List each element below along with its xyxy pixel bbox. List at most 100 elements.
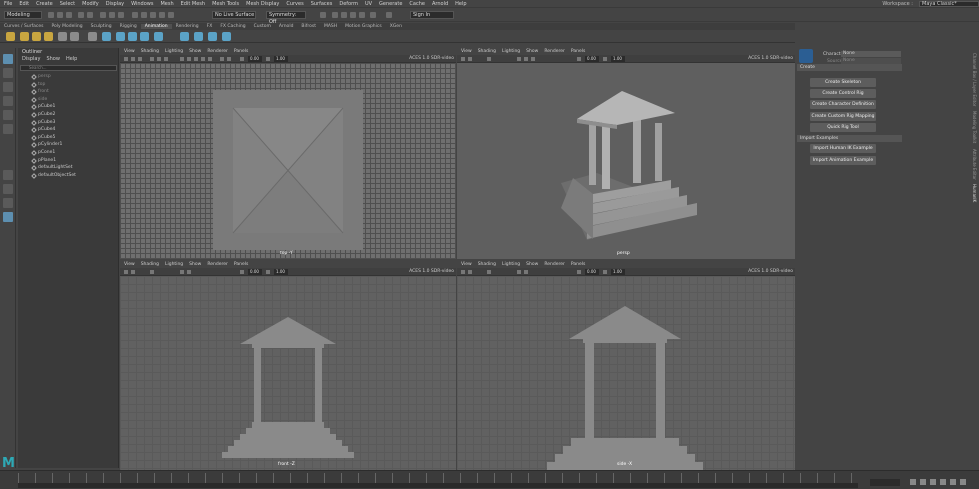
exposure-icon[interactable] [240, 57, 244, 61]
gamma-icon[interactable] [266, 57, 270, 61]
wireframe-icon[interactable] [180, 57, 184, 61]
smooth-shade-icon[interactable] [187, 57, 191, 61]
two-view-icon[interactable] [3, 198, 13, 208]
gamma-value[interactable]: 1.00 [611, 269, 625, 275]
ipr-render-icon[interactable] [341, 12, 347, 18]
outliner-item-pcone1[interactable]: pCone1 [18, 149, 119, 157]
outliner-item-side[interactable]: side [18, 96, 119, 104]
tab-rigging[interactable]: Rigging [116, 24, 141, 29]
paint-weights-icon[interactable] [154, 32, 163, 41]
hypershade-icon[interactable] [359, 12, 365, 18]
menu-deform[interactable]: Deform [339, 1, 358, 7]
menu-mesh[interactable]: Mesh [160, 1, 173, 7]
tab-bifrost[interactable]: Bifrost [297, 24, 320, 29]
live-surface-field[interactable]: No Live Surface [212, 11, 256, 19]
outliner-item-defaultlightset[interactable]: defaultLightSet [18, 164, 119, 172]
exposure-value[interactable]: 0.00 [585, 269, 599, 275]
menu-edit[interactable]: Edit [19, 1, 29, 7]
menu-surfaces[interactable]: Surfaces [311, 1, 333, 7]
redo-icon[interactable] [87, 12, 93, 18]
tab-fx[interactable]: FX [203, 24, 217, 29]
tab-custom[interactable]: Custom [250, 24, 275, 29]
import-examples-header[interactable]: Import Examples [797, 135, 902, 142]
camera-select-icon[interactable] [124, 57, 128, 61]
menu-display[interactable]: Display [106, 1, 124, 7]
exposure-icon[interactable] [240, 270, 244, 274]
camera-attr-icon[interactable] [131, 270, 135, 274]
viewport-front[interactable]: View Shading Lighting Show Renderer Pane… [120, 261, 456, 470]
select-object-icon[interactable] [109, 12, 115, 18]
outliner-item-front[interactable]: front [18, 88, 119, 96]
wireframe-icon[interactable] [517, 270, 521, 274]
outliner-item-pplane1[interactable]: pPlane1 [18, 157, 119, 165]
textured-icon[interactable] [531, 57, 535, 61]
paint-select-icon[interactable] [3, 82, 13, 92]
camera-select-icon[interactable] [461, 57, 465, 61]
tab-xgen[interactable]: XGen [386, 24, 406, 29]
step-back-icon[interactable] [920, 479, 926, 485]
isolate-icon[interactable] [227, 57, 231, 61]
grid-icon[interactable] [150, 57, 154, 61]
menu-mesh-display[interactable]: Mesh Display [246, 1, 279, 7]
rotate-tool-icon[interactable] [3, 110, 13, 120]
import-animation-example-button[interactable]: Import Animation Example [810, 156, 876, 165]
colorspace-label[interactable]: ACES 1.0 SDR-video [748, 269, 793, 274]
vp-menu-view[interactable]: View [124, 49, 135, 54]
smooth-shade-icon[interactable] [524, 270, 528, 274]
menu-arnold[interactable]: Arnold [432, 1, 448, 7]
gamma-value[interactable]: 1.00 [274, 269, 288, 275]
scale-tool-icon[interactable] [3, 124, 13, 134]
new-scene-icon[interactable] [48, 12, 54, 18]
smooth-shade-icon[interactable] [187, 270, 191, 274]
camera-attr-icon[interactable] [468, 57, 472, 61]
gamma-value[interactable]: 1.00 [274, 56, 288, 62]
outliner-item-defaultobjectset[interactable]: defaultObjectSet [18, 172, 119, 180]
set-key-rotate-icon[interactable] [32, 32, 41, 41]
time-ruler[interactable] [18, 473, 858, 483]
menu-help[interactable]: Help [455, 1, 466, 7]
pause-icon[interactable] [386, 12, 392, 18]
snap-point-icon[interactable] [150, 12, 156, 18]
vp-menu-lighting[interactable]: Lighting [502, 262, 520, 267]
lasso-tool-icon[interactable] [3, 68, 13, 78]
vp-menu-panels[interactable]: Panels [234, 49, 248, 54]
menu-create[interactable]: Create [36, 1, 53, 7]
workspace-dropdown[interactable]: Maya Classic* [919, 1, 979, 7]
outliner-item-pcube4[interactable]: pCube4 [18, 126, 119, 134]
wireframe-icon[interactable] [517, 57, 521, 61]
play-backward-icon[interactable] [930, 479, 936, 485]
menu-cache[interactable]: Cache [409, 1, 425, 7]
open-scene-icon[interactable] [57, 12, 63, 18]
colorspace-label[interactable]: ACES 1.0 SDR-video [748, 56, 793, 61]
vp-menu-view[interactable]: View [124, 262, 135, 267]
vp-menu-panels[interactable]: Panels [234, 262, 248, 267]
camera-select-icon[interactable] [124, 270, 128, 274]
grid-icon[interactable] [487, 57, 491, 61]
create-custom-rig-mapping-button[interactable]: Create Custom Rig Mapping [810, 112, 876, 121]
snap-plane-icon[interactable] [159, 12, 165, 18]
tab-curves-surfaces[interactable]: Curves / Surfaces [0, 24, 48, 29]
blend-shape-icon[interactable] [208, 32, 217, 41]
history-icon[interactable] [320, 12, 326, 18]
create-character-definition-button[interactable]: Create Character Definition [810, 100, 876, 109]
vp-menu-view[interactable]: View [461, 262, 472, 267]
vp-menu-shading[interactable]: Shading [141, 49, 159, 54]
snap-curve-icon[interactable] [141, 12, 147, 18]
menu-generate[interactable]: Generate [379, 1, 402, 7]
viewport-top[interactable]: View Shading Lighting Show Renderer Pane… [120, 48, 456, 259]
bookmark-icon[interactable] [138, 57, 142, 61]
vp-menu-panels[interactable]: Panels [571, 262, 585, 267]
menu-uv[interactable]: UV [365, 1, 372, 7]
menu-file[interactable]: File [4, 1, 12, 7]
lights-icon[interactable] [201, 57, 205, 61]
outliner-item-pcube3[interactable]: pCube3 [18, 119, 119, 127]
camera-select-icon[interactable] [461, 270, 465, 274]
menu-modify[interactable]: Modify [82, 1, 99, 7]
tab-rendering[interactable]: Rendering [172, 24, 203, 29]
exposure-icon[interactable] [577, 57, 581, 61]
xray-icon[interactable] [220, 57, 224, 61]
exposure-value[interactable]: 0.00 [248, 269, 262, 275]
vp-menu-renderer[interactable]: Renderer [544, 49, 565, 54]
tab-mash[interactable]: MASH [320, 24, 341, 29]
textured-icon[interactable] [194, 57, 198, 61]
